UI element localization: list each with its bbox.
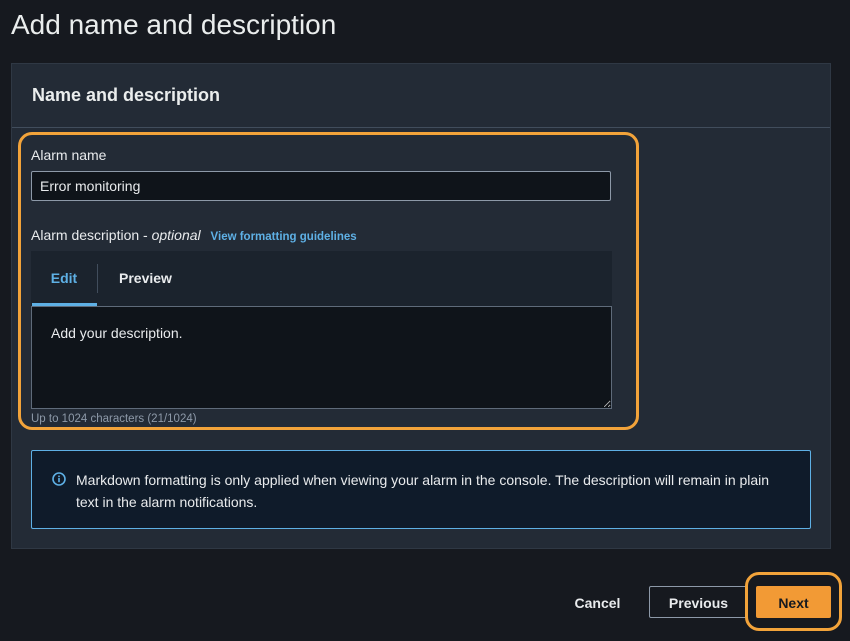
alarm-name-input[interactable] bbox=[31, 171, 611, 201]
alarm-description-label: Alarm description - bbox=[31, 227, 152, 243]
editor-tabs: Edit Preview bbox=[31, 251, 612, 306]
description-editor: Edit Preview bbox=[31, 251, 612, 409]
info-circle-icon bbox=[52, 472, 66, 486]
next-button[interactable]: Next bbox=[756, 586, 831, 618]
formatting-guidelines-link[interactable]: View formatting guidelines bbox=[211, 231, 357, 243]
alarm-description-textarea[interactable] bbox=[31, 306, 612, 409]
page-title: Add name and description bbox=[11, 9, 337, 40]
info-text: Markdown formatting is only applied when… bbox=[76, 472, 770, 510]
optional-label: optional bbox=[151, 227, 201, 243]
previous-button[interactable]: Previous bbox=[649, 586, 748, 618]
panel-header: Name and description bbox=[12, 64, 830, 128]
markdown-info-alert: Markdown formatting is only applied when… bbox=[31, 450, 811, 529]
alarm-name-label: Alarm name bbox=[31, 147, 107, 163]
cancel-button[interactable]: Cancel bbox=[560, 586, 635, 618]
character-count-hint: Up to 1024 characters (21/1024) bbox=[31, 413, 197, 425]
alarm-description-label-row: Alarm description - optional View format… bbox=[31, 227, 357, 243]
tab-edit[interactable]: Edit bbox=[31, 251, 97, 306]
tab-preview[interactable]: Preview bbox=[98, 251, 193, 306]
panel-title: Name and description bbox=[32, 85, 221, 105]
